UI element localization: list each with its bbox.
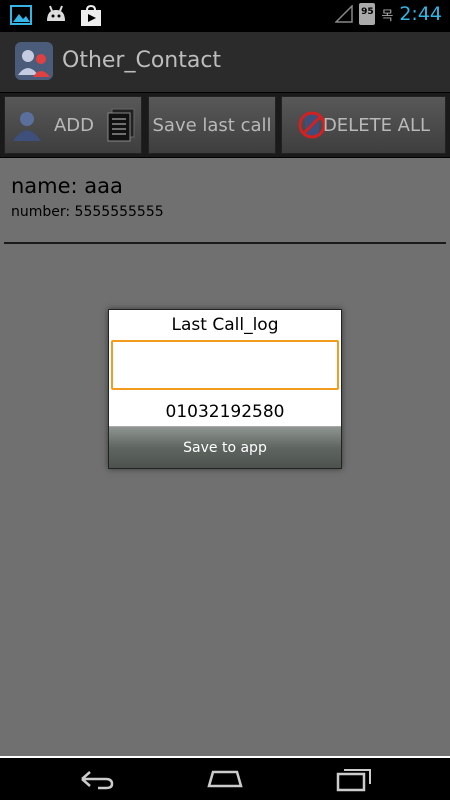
battery-level: 95 (361, 7, 374, 17)
dialog-title: Last Call_log (171, 315, 279, 335)
status-day: 목 (381, 8, 394, 24)
status-left-icons (10, 5, 102, 27)
save-last-call-button[interactable]: Save last call (148, 96, 276, 154)
status-bar: 95 목 2:44 (0, 0, 450, 32)
action-bar: Other_Contact (0, 32, 450, 92)
delete-all-label: DELETE ALL (322, 114, 431, 136)
add-button-label: ADD (53, 114, 95, 136)
play-store-icon (81, 5, 101, 26)
toolbar: ADD Save last call DELETE ALL (0, 93, 450, 157)
contact-name: name: aaa (11, 174, 123, 198)
status-time: 2:44 (399, 3, 442, 25)
dialog-call-number: 01032192580 (165, 402, 285, 422)
app-contact-icon[interactable] (14, 41, 54, 81)
save-to-app-button[interactable]: Save to app (109, 426, 341, 468)
gallery-icon (10, 5, 32, 25)
signal-icon (335, 5, 354, 23)
contact-number: number: 5555555555 (11, 204, 164, 220)
documents-icon (107, 108, 135, 142)
list-divider (4, 242, 446, 244)
last-call-log-dialog: Last Call_log 01032192580 Save to app (108, 309, 342, 469)
dialog-name-input[interactable] (111, 340, 339, 390)
battery-icon: 95 (359, 3, 376, 25)
back-icon[interactable] (76, 766, 116, 792)
app-title: Other_Contact (62, 48, 222, 73)
status-right-icons: 95 목 2:44 (335, 3, 442, 25)
delete-all-button[interactable]: DELETE ALL (281, 96, 446, 154)
save-to-app-label: Save to app (183, 439, 267, 456)
person-icon (12, 112, 41, 141)
recent-apps-icon[interactable] (334, 766, 374, 792)
home-icon[interactable] (205, 766, 245, 792)
save-last-call-label: Save last call (152, 114, 272, 136)
add-button[interactable]: ADD (4, 96, 142, 154)
android-icon (47, 5, 65, 21)
navigation-bar (0, 756, 450, 800)
